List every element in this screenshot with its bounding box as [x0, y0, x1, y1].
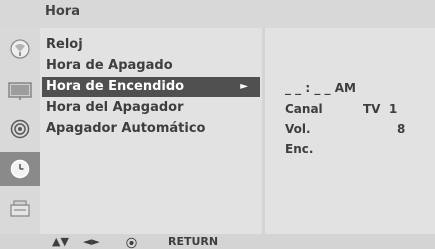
sidebar-item-option[interactable] — [0, 192, 40, 226]
canal-label: Canal — [285, 102, 323, 116]
category-sidebar — [0, 28, 40, 234]
return-label: RETURN — [168, 235, 219, 248]
time-value[interactable]: _ _ : _ _ AM — [285, 81, 356, 95]
menu-item-label: Hora del Apagador — [46, 100, 184, 115]
sidebar-item-picture[interactable] — [0, 74, 40, 108]
sidebar-item-station[interactable] — [0, 32, 40, 66]
audio-icon — [10, 119, 30, 139]
menu-item-apagador-automatico[interactable]: Apagador Automático — [44, 119, 262, 139]
page-title: Hora — [45, 4, 80, 19]
title-bar: Hora — [0, 0, 435, 28]
picture-icon — [8, 82, 32, 100]
menu-item-hora-del-apagador[interactable]: Hora del Apagador — [44, 98, 262, 118]
ok-button-icon: ⦿ — [126, 237, 137, 249]
vol-label: Vol. — [285, 122, 311, 136]
menu-item-label: Hora de Encendido — [46, 79, 185, 94]
clock-icon — [10, 159, 30, 179]
left-right-arrows-icon: ◄► — [83, 235, 100, 248]
menu-item-hora-de-apagado[interactable]: Hora de Apagado — [44, 56, 262, 76]
satellite-dish-icon — [10, 39, 30, 59]
submenu-arrow-icon: ► — [240, 81, 248, 92]
tv-osd-menu: Hora Reloj Hora de Apagado Hora de Encen… — [0, 0, 435, 249]
up-down-arrows-icon: ▲▼ — [52, 235, 69, 248]
menu-item-label: Hora de Apagado — [46, 58, 173, 73]
enc-label: Enc. — [285, 142, 314, 156]
vol-value[interactable]: 8 — [397, 122, 405, 136]
menu-item-reloj[interactable]: Reloj — [44, 35, 262, 55]
canal-value[interactable]: TV 1 — [363, 102, 397, 116]
menu-item-label: Reloj — [46, 37, 83, 52]
menu-item-hora-de-encendido[interactable]: Hora de Encendido ► — [42, 77, 260, 97]
navigation-hints: ▲▼ ◄► ⦿ RETURN — [0, 234, 435, 249]
settings-icon — [10, 200, 30, 217]
menu-item-label: Apagador Automático — [46, 121, 206, 136]
sidebar-item-time[interactable] — [0, 152, 40, 186]
sidebar-item-audio[interactable] — [0, 112, 40, 146]
